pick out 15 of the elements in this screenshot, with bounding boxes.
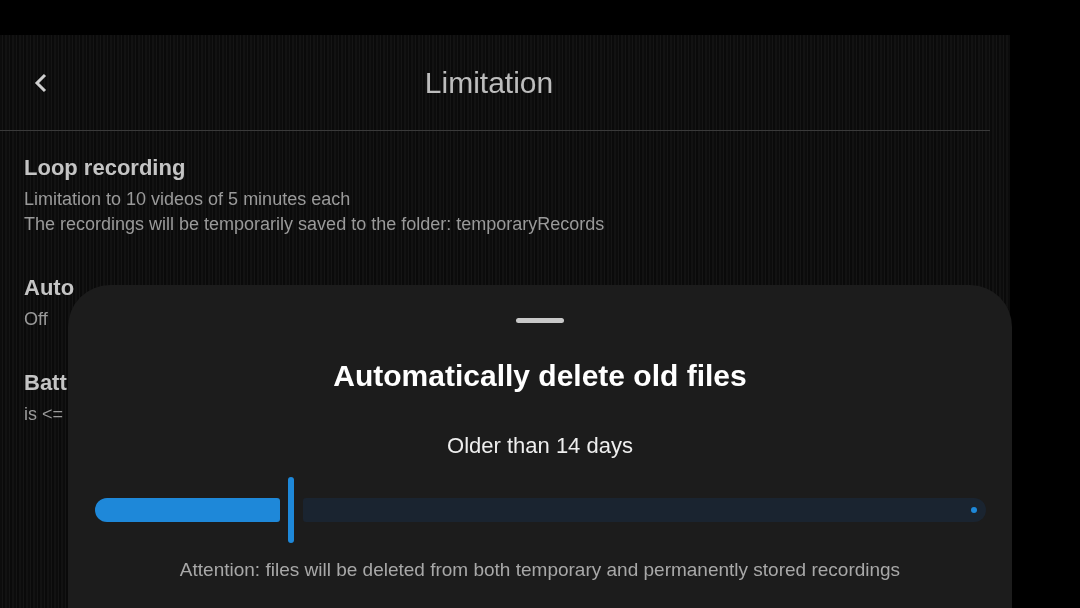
slider-value-label: Older than 14 days xyxy=(447,433,633,459)
sheet-title: Automatically delete old files xyxy=(333,359,747,393)
back-icon xyxy=(34,71,48,94)
setting-description: The recordings will be temporarily saved to the folder: temporaryRecords xyxy=(24,214,605,235)
slider-thumb[interactable] xyxy=(287,477,294,543)
setting-description: Limitation to 10 videos of 5 minutes each xyxy=(24,189,351,210)
setting-description: Off xyxy=(24,309,48,330)
page-title: Limitation xyxy=(423,65,555,100)
setting-title[interactable]: Batt xyxy=(24,370,67,396)
drag-handle[interactable] xyxy=(516,318,564,323)
setting-title[interactable]: Loop recording xyxy=(24,155,186,181)
days-slider[interactable] xyxy=(94,477,986,543)
setting-description: is <= xyxy=(24,404,64,425)
end-dot-icon xyxy=(970,507,977,513)
attention-note: Attention: files will be deleted from both temporary and permanently stored recordings xyxy=(179,559,901,581)
